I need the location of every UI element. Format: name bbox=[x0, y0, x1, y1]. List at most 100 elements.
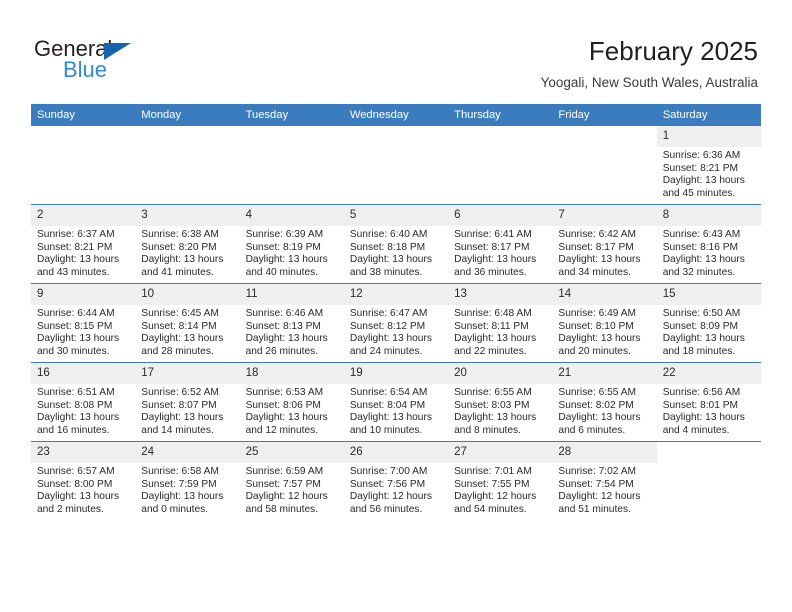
sunrise-text: Sunrise: 6:41 AM bbox=[454, 229, 532, 240]
day-number: 9 bbox=[31, 284, 136, 305]
daylight-text-1: Daylight: 13 hours bbox=[662, 333, 745, 345]
day-cell[interactable]: 7 Sunrise: 6:42 AM Sunset: 8:17 PM Dayli… bbox=[552, 204, 657, 284]
weekday-header-saturday: Saturday bbox=[656, 104, 761, 126]
sunrise-text: Sunrise: 6:55 AM bbox=[454, 387, 532, 398]
day-cell[interactable]: 15 Sunrise: 6:50 AM Sunset: 8:09 PM Dayl… bbox=[656, 283, 761, 363]
sunrise-text: Sunrise: 6:56 AM bbox=[662, 387, 741, 398]
page-title: February 2025 bbox=[588, 36, 758, 66]
sunset-text: Sunset: 8:12 PM bbox=[349, 320, 426, 332]
daylight-text-2: and 45 minutes. bbox=[662, 187, 736, 199]
day-cell[interactable]: 28 Sunrise: 7:02 AM Sunset: 7:54 PM Dayl… bbox=[552, 441, 657, 520]
sunset-text: Sunset: 8:04 PM bbox=[349, 399, 426, 411]
day-info: Sunrise: 7:01 AM Sunset: 7:55 PM Dayligh… bbox=[448, 463, 552, 516]
weekday-header-sunday: Sunday bbox=[31, 104, 136, 126]
general-blue-logo[interactable]: General Blue bbox=[34, 38, 224, 86]
sunrise-text: Sunrise: 6:49 AM bbox=[558, 308, 636, 319]
day-info: Sunrise: 6:40 AM Sunset: 8:18 PM Dayligh… bbox=[344, 226, 448, 279]
daylight-text-2: and 4 minutes. bbox=[662, 424, 730, 436]
day-cell[interactable]: 17 Sunrise: 6:52 AM Sunset: 8:07 PM Dayl… bbox=[135, 362, 240, 442]
daylight-text-2: and 20 minutes. bbox=[558, 345, 631, 357]
day-cell[interactable]: 2 Sunrise: 6:37 AM Sunset: 8:21 PM Dayli… bbox=[31, 204, 136, 284]
daylight-text-2: and 56 minutes. bbox=[349, 503, 423, 515]
day-cell[interactable]: 10 Sunrise: 6:45 AM Sunset: 8:14 PM Dayl… bbox=[135, 283, 240, 363]
day-cell[interactable]: 13 Sunrise: 6:48 AM Sunset: 8:11 PM Dayl… bbox=[448, 283, 553, 363]
sunset-text: Sunset: 8:11 PM bbox=[454, 320, 529, 332]
day-cell[interactable]: 20 Sunrise: 6:55 AM Sunset: 8:03 PM Dayl… bbox=[448, 362, 553, 442]
day-number: 10 bbox=[135, 284, 240, 305]
day-cell[interactable]: 18 Sunrise: 6:53 AM Sunset: 8:06 PM Dayl… bbox=[239, 362, 344, 442]
sunrise-text: Sunrise: 6:43 AM bbox=[662, 229, 741, 240]
day-cell[interactable]: 16 Sunrise: 6:51 AM Sunset: 8:08 PM Dayl… bbox=[31, 362, 136, 442]
day-info: Sunrise: 7:00 AM Sunset: 7:56 PM Dayligh… bbox=[344, 463, 448, 516]
day-cell[interactable]: 21 Sunrise: 6:55 AM Sunset: 8:02 PM Dayl… bbox=[552, 362, 657, 442]
day-number bbox=[552, 126, 656, 147]
day-cell[interactable]: 22 Sunrise: 6:56 AM Sunset: 8:01 PM Dayl… bbox=[656, 362, 761, 442]
daylight-text-2: and 51 minutes. bbox=[558, 503, 631, 515]
sunrise-text: Sunrise: 6:42 AM bbox=[558, 229, 636, 240]
sunset-text: Sunset: 8:08 PM bbox=[37, 399, 113, 411]
day-cell-empty bbox=[135, 126, 239, 205]
daylight-text-1: Daylight: 13 hours bbox=[349, 412, 432, 424]
sunrise-text: Sunrise: 7:01 AM bbox=[454, 466, 532, 477]
daylight-text-2: and 0 minutes. bbox=[141, 503, 209, 515]
day-info: Sunrise: 6:47 AM Sunset: 8:12 PM Dayligh… bbox=[344, 305, 448, 358]
sunset-text: Sunset: 7:59 PM bbox=[141, 478, 217, 490]
day-cell-empty bbox=[448, 126, 552, 205]
day-info: Sunrise: 6:43 AM Sunset: 8:16 PM Dayligh… bbox=[657, 226, 761, 279]
sunrise-text: Sunrise: 7:02 AM bbox=[558, 466, 636, 477]
day-cell[interactable]: 12 Sunrise: 6:47 AM Sunset: 8:12 PM Dayl… bbox=[343, 283, 449, 363]
day-info: Sunrise: 6:52 AM Sunset: 8:07 PM Dayligh… bbox=[135, 384, 239, 437]
day-cell[interactable]: 24 Sunrise: 6:58 AM Sunset: 7:59 PM Dayl… bbox=[135, 441, 240, 520]
daylight-text-1: Daylight: 13 hours bbox=[454, 254, 537, 266]
day-number: 2 bbox=[31, 205, 136, 226]
sunset-text: Sunset: 7:56 PM bbox=[349, 478, 426, 490]
daylight-text-1: Daylight: 13 hours bbox=[349, 254, 432, 266]
day-cell[interactable]: 27 Sunrise: 7:01 AM Sunset: 7:55 PM Dayl… bbox=[448, 441, 553, 520]
day-info: Sunrise: 6:58 AM Sunset: 7:59 PM Dayligh… bbox=[135, 463, 239, 516]
sunset-text: Sunset: 8:19 PM bbox=[245, 241, 321, 253]
sunrise-text: Sunrise: 6:54 AM bbox=[349, 387, 428, 398]
weekday-header-thursday: Thursday bbox=[448, 104, 553, 126]
day-cell-empty bbox=[656, 441, 761, 520]
day-cell[interactable]: 14 Sunrise: 6:49 AM Sunset: 8:10 PM Dayl… bbox=[552, 283, 657, 363]
sunrise-text: Sunrise: 6:39 AM bbox=[245, 229, 324, 240]
daylight-text-2: and 16 minutes. bbox=[37, 424, 110, 436]
day-cell[interactable]: 9 Sunrise: 6:44 AM Sunset: 8:15 PM Dayli… bbox=[31, 283, 136, 363]
calendar-week-row: 2 Sunrise: 6:37 AM Sunset: 8:21 PM Dayli… bbox=[31, 204, 761, 284]
day-cell[interactable]: 6 Sunrise: 6:41 AM Sunset: 8:17 PM Dayli… bbox=[448, 204, 553, 284]
sunset-text: Sunset: 8:00 PM bbox=[37, 478, 113, 490]
daylight-text-1: Daylight: 13 hours bbox=[245, 412, 328, 424]
weekday-header-wednesday: Wednesday bbox=[343, 104, 449, 126]
day-cell[interactable]: 25 Sunrise: 6:59 AM Sunset: 7:57 PM Dayl… bbox=[239, 441, 344, 520]
day-cell[interactable]: 19 Sunrise: 6:54 AM Sunset: 8:04 PM Dayl… bbox=[343, 362, 449, 442]
day-cell[interactable]: 23 Sunrise: 6:57 AM Sunset: 8:00 PM Dayl… bbox=[31, 441, 136, 520]
daylight-text-2: and 30 minutes. bbox=[37, 345, 110, 357]
day-number bbox=[31, 126, 135, 147]
day-info: Sunrise: 6:41 AM Sunset: 8:17 PM Dayligh… bbox=[448, 226, 552, 279]
sunrise-text: Sunrise: 6:47 AM bbox=[349, 308, 428, 319]
daylight-text-2: and 38 minutes. bbox=[349, 266, 423, 278]
day-cell[interactable]: 26 Sunrise: 7:00 AM Sunset: 7:56 PM Dayl… bbox=[343, 441, 449, 520]
day-cell[interactable]: 1 Sunrise: 6:36 AM Sunset: 8:21 PM Dayli… bbox=[656, 126, 761, 205]
day-number: 28 bbox=[552, 442, 657, 463]
sunrise-text: Sunrise: 6:40 AM bbox=[349, 229, 428, 240]
logo-triangle-icon bbox=[104, 43, 131, 60]
day-cell[interactable]: 3 Sunrise: 6:38 AM Sunset: 8:20 PM Dayli… bbox=[135, 204, 240, 284]
sunrise-text: Sunrise: 6:59 AM bbox=[245, 466, 324, 477]
sunrise-text: Sunrise: 6:58 AM bbox=[141, 466, 219, 477]
day-cell-empty bbox=[552, 126, 656, 205]
daylight-text-2: and 8 minutes. bbox=[454, 424, 521, 436]
day-number: 19 bbox=[343, 363, 449, 384]
day-cell[interactable]: 8 Sunrise: 6:43 AM Sunset: 8:16 PM Dayli… bbox=[656, 204, 761, 284]
day-info: Sunrise: 6:37 AM Sunset: 8:21 PM Dayligh… bbox=[31, 226, 135, 279]
calendar-week-row: 9 Sunrise: 6:44 AM Sunset: 8:15 PM Dayli… bbox=[31, 283, 761, 363]
day-cell[interactable]: 5 Sunrise: 6:40 AM Sunset: 8:18 PM Dayli… bbox=[343, 204, 449, 284]
calendar-week-row: 1 Sunrise: 6:36 AM Sunset: 8:21 PM Dayli… bbox=[31, 126, 761, 205]
day-cell[interactable]: 4 Sunrise: 6:39 AM Sunset: 8:19 PM Dayli… bbox=[239, 204, 344, 284]
calendar-week-row: 16 Sunrise: 6:51 AM Sunset: 8:08 PM Dayl… bbox=[31, 362, 761, 442]
day-number: 25 bbox=[239, 442, 344, 463]
daylight-text-2: and 40 minutes. bbox=[245, 266, 319, 278]
day-number: 12 bbox=[343, 284, 449, 305]
day-cell[interactable]: 11 Sunrise: 6:46 AM Sunset: 8:13 PM Dayl… bbox=[239, 283, 344, 363]
day-number: 5 bbox=[343, 205, 449, 226]
